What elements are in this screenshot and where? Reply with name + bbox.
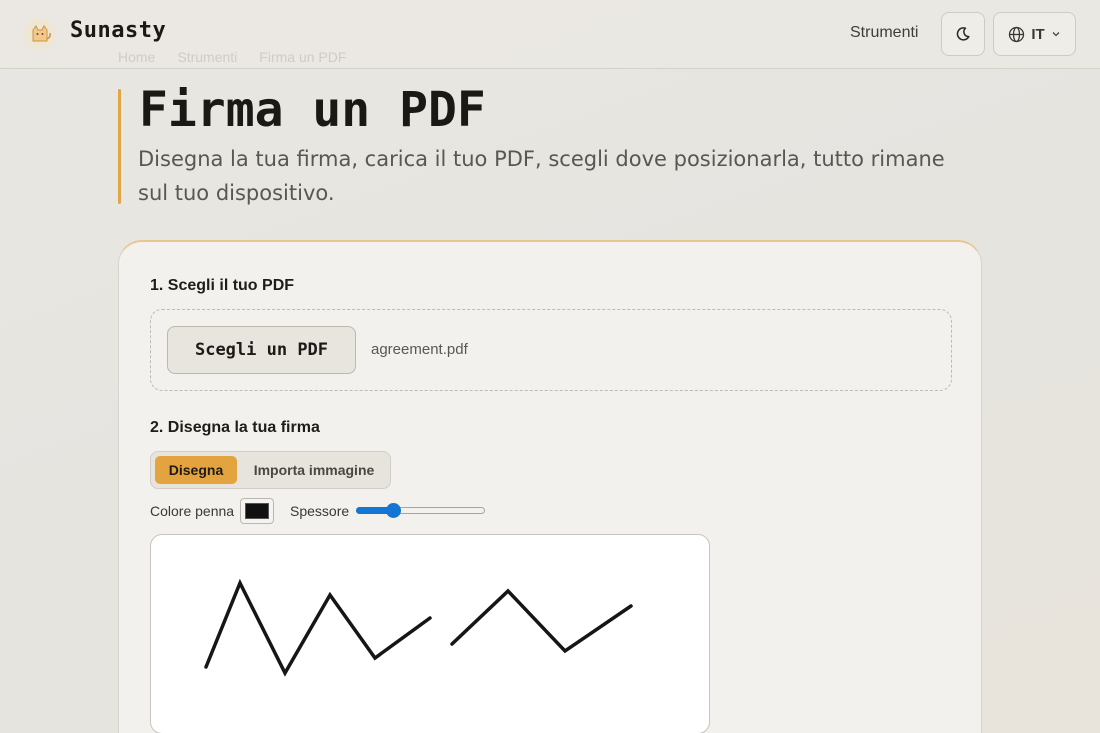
moon-icon [956, 27, 970, 41]
selected-filename: agreement.pdf [371, 341, 468, 358]
slider-thumb[interactable] [385, 503, 401, 518]
step2-title: 2. Disegna la tua firma [150, 419, 320, 436]
language-selector[interactable]: IT [993, 12, 1076, 56]
page-subtitle: Disegna la tua firma, carica il tuo PDF,… [138, 147, 945, 205]
breadcrumb-strumenti[interactable]: Strumenti [177, 49, 237, 65]
breadcrumb: Home Strumenti Firma un PDF [118, 49, 346, 65]
signature-drawing [204, 578, 633, 677]
brand-name[interactable]: Sunasty [70, 18, 166, 43]
signature-canvas[interactable] [150, 534, 710, 733]
signing-card: 1. Scegli il tuo PDF Scegli un PDF agree… [118, 240, 982, 733]
title-accent-bar [118, 89, 121, 204]
cat-logo-icon[interactable] [24, 18, 56, 50]
page-title: Firma un PDF [139, 82, 486, 138]
theme-toggle-button[interactable] [941, 12, 985, 56]
thickness-label: Spessore [290, 503, 350, 519]
pdf-dropzone[interactable]: Scegli un PDF agreement.pdf [150, 309, 952, 391]
breadcrumb-current: Firma un PDF [259, 49, 347, 65]
pen-color-picker[interactable] [240, 498, 274, 524]
nav-link-strumenti[interactable]: Strumenti [850, 24, 918, 42]
tab-draw[interactable]: Disegna [155, 456, 237, 484]
tab-import-image[interactable]: Importa immagine [243, 456, 385, 484]
signature-mode-tabs: Disegna Importa immagine [150, 451, 391, 489]
step1-title: 1. Scegli il tuo PDF [150, 277, 295, 294]
pen-color-fill [245, 503, 269, 519]
language-code: IT [1031, 25, 1045, 43]
pen-color-label: Colore penna [150, 503, 235, 519]
chevron-down-icon [1052, 32, 1060, 37]
thickness-slider[interactable] [356, 503, 485, 518]
globe-icon [1009, 26, 1025, 42]
breadcrumb-home[interactable]: Home [118, 49, 155, 65]
choose-pdf-button[interactable]: Scegli un PDF [167, 326, 356, 374]
